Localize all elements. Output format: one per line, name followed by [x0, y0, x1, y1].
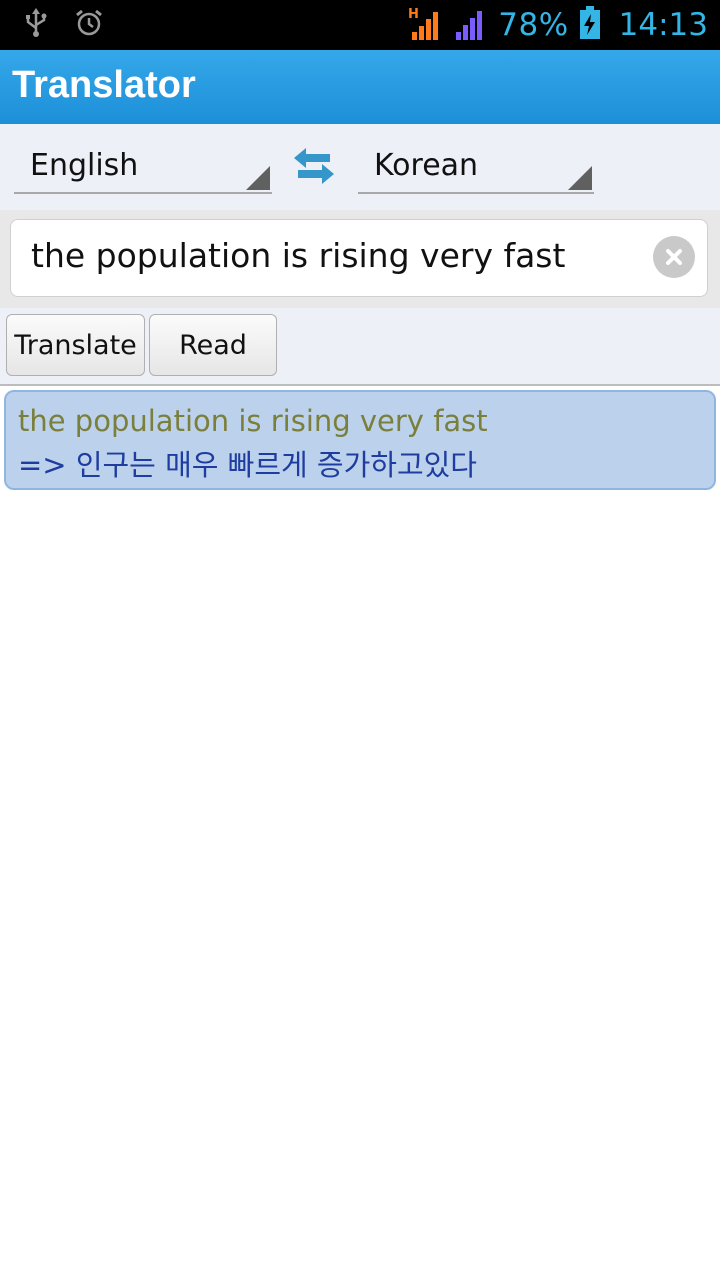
- result-translation-text: => 인구는 매우 빠르게 증가하고있다: [18, 448, 477, 482]
- app-title: Translator: [12, 64, 196, 106]
- status-bar: H 78% 14:13: [0, 0, 720, 50]
- dropdown-arrow-icon: [568, 166, 592, 190]
- action-bar: Translator: [0, 50, 720, 124]
- battery-icon: [579, 6, 601, 44]
- read-button[interactable]: Read: [149, 314, 277, 376]
- usb-icon: [24, 8, 48, 42]
- target-language-spinner[interactable]: Korean: [358, 144, 594, 194]
- target-language-label: Korean: [374, 148, 479, 183]
- result-source-text: the population is rising very fast: [18, 404, 488, 438]
- source-language-label: English: [30, 148, 139, 183]
- action-buttons-row: Translate Read: [0, 308, 720, 386]
- translate-button[interactable]: Translate: [6, 314, 145, 376]
- swap-languages-icon[interactable]: [290, 146, 338, 186]
- signal-h-icon: H: [408, 6, 444, 44]
- translation-result[interactable]: the population is rising very fast => 인구…: [4, 390, 716, 490]
- translate-input-field[interactable]: the population is rising very fast: [10, 219, 708, 297]
- source-language-spinner[interactable]: English: [14, 144, 272, 194]
- clock-time: 14:13: [618, 7, 708, 43]
- clear-icon[interactable]: [653, 236, 695, 278]
- svg-text:H: H: [408, 7, 419, 22]
- input-area: the population is rising very fast: [0, 210, 720, 308]
- alarm-clock-icon: [74, 8, 104, 42]
- language-selector-row: English Korean: [0, 124, 720, 210]
- signal-strength-icon: [454, 6, 488, 44]
- input-text: the population is rising very fast: [31, 236, 566, 275]
- dropdown-arrow-icon: [246, 166, 270, 190]
- battery-percent: 78%: [498, 7, 569, 43]
